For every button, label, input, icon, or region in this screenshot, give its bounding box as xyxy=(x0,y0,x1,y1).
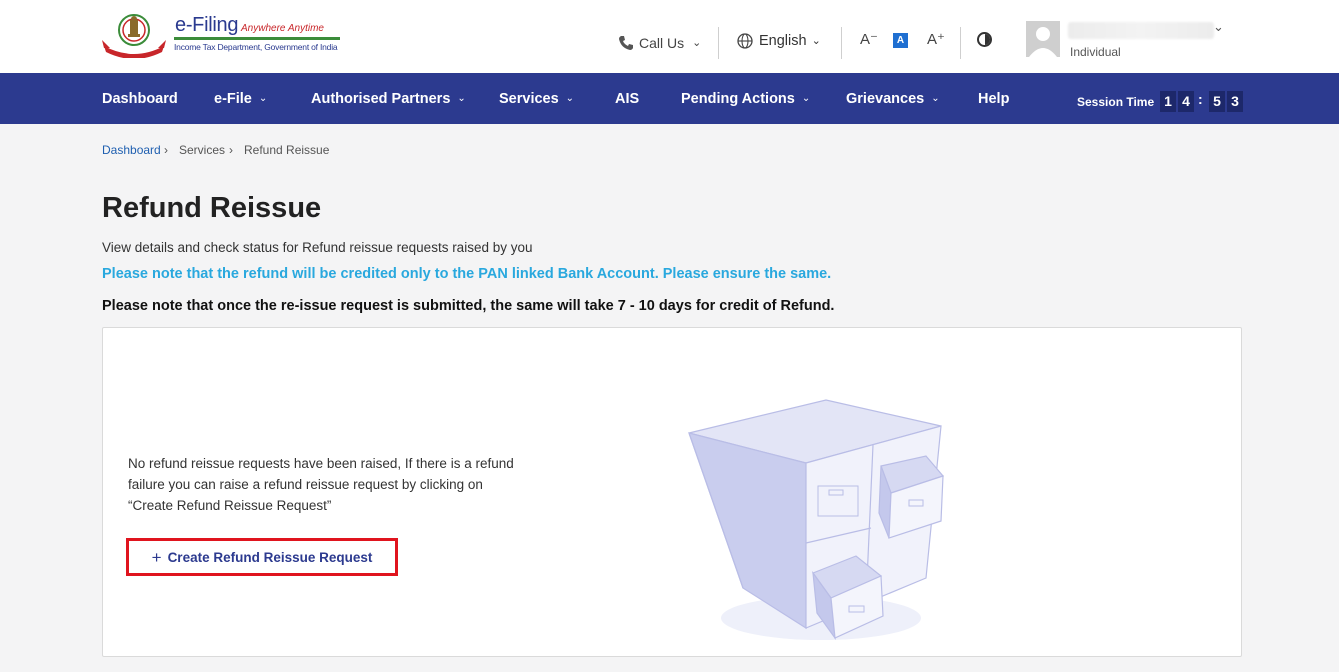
breadcrumb-current: Refund Reissue xyxy=(244,143,330,157)
nav-item-ais[interactable]: AIS xyxy=(615,73,639,124)
session-time-label: Session Time xyxy=(1077,95,1155,109)
pan-bank-note: Please note that the refund will be cred… xyxy=(102,266,832,282)
nav-label: Pending Actions xyxy=(681,90,795,107)
chevron-down-icon: ⌄ xyxy=(931,93,940,104)
emblem-logo-icon[interactable] xyxy=(100,10,168,58)
nav-item-services[interactable]: Services ⌄ xyxy=(499,73,574,124)
font-decrease-button[interactable]: A⁻ xyxy=(860,30,878,48)
refund-requests-card: No refund reissue requests have been rai… xyxy=(102,327,1242,657)
chevron-down-icon: ⌄ xyxy=(801,93,811,104)
breadcrumb-separator: › xyxy=(164,143,168,157)
phone-icon xyxy=(619,35,633,50)
breadcrumb-services[interactable]: Services xyxy=(179,143,225,157)
create-refund-reissue-button[interactable]: + Create Refund Reissue Request xyxy=(126,538,398,576)
nav-item-grievances[interactable]: Grievances ⌄ xyxy=(846,73,940,124)
page-title: Refund Reissue xyxy=(102,192,322,224)
logo-underline xyxy=(174,37,340,40)
top-header: e-Filing Anywhere Anytime Income Tax Dep… xyxy=(0,0,1339,73)
nav-item-dashboard[interactable]: Dashboard xyxy=(102,73,178,124)
user-role: Individual xyxy=(1070,45,1121,59)
chevron-down-icon: ⌄ xyxy=(258,93,268,104)
globe-icon xyxy=(737,32,753,49)
avatar[interactable] xyxy=(1026,21,1060,57)
empty-cabinet-illustration xyxy=(688,399,945,641)
chevron-down-icon[interactable]: ⌄ xyxy=(1213,19,1224,35)
header-divider xyxy=(960,27,961,59)
nav-label: AIS xyxy=(615,90,640,107)
nav-label: Authorised Partners xyxy=(311,90,451,107)
plus-icon: + xyxy=(151,547,162,567)
session-digit: 5 xyxy=(1209,91,1225,112)
logo-tagline: Anywhere Anytime xyxy=(241,23,324,34)
nav-label: Services xyxy=(499,90,559,107)
user-avatar-icon xyxy=(1029,27,1057,57)
nav-item-help[interactable]: Help xyxy=(978,73,1009,124)
chevron-down-icon: ⌄ xyxy=(457,93,466,104)
main-nav: Dashboard e-File ⌄ Authorised Partners ⌄ S… xyxy=(0,73,1339,124)
breadcrumb-dashboard[interactable]: Dashboard xyxy=(102,143,161,157)
session-digit: 4 xyxy=(1178,91,1194,112)
page-description: View details and check status for Refund… xyxy=(102,240,533,255)
nav-item-authorised-partners[interactable]: Authorised Partners ⌄ xyxy=(311,73,466,124)
font-increase-button[interactable]: A⁺ xyxy=(927,30,945,48)
header-divider xyxy=(841,27,842,59)
nav-label: Help xyxy=(978,90,1010,107)
nav-label: e-File xyxy=(214,90,252,107)
nav-label: Grievances xyxy=(846,90,925,107)
font-default-button[interactable]: A xyxy=(893,33,908,48)
nav-label: Dashboard xyxy=(102,90,178,107)
processing-time-note: Please note that once the re-issue reque… xyxy=(102,298,835,314)
nav-item-efile[interactable]: e-File ⌄ xyxy=(214,73,267,124)
contrast-toggle-icon[interactable] xyxy=(977,32,992,47)
nav-item-pending-actions[interactable]: Pending Actions ⌄ xyxy=(681,73,810,124)
logo-title: e-Filing xyxy=(175,14,239,36)
session-digit: 1 xyxy=(1160,91,1176,112)
logo-subtitle: Income Tax Department, Government of Ind… xyxy=(174,42,338,52)
chevron-down-icon: ⌄ xyxy=(692,37,702,49)
username-redacted[interactable] xyxy=(1068,22,1214,39)
empty-state-message: No refund reissue requests have been rai… xyxy=(128,456,514,513)
create-refund-reissue-label: Create Refund Reissue Request xyxy=(167,549,373,565)
session-colon: : xyxy=(1198,91,1203,107)
chevron-down-icon: ⌄ xyxy=(565,93,575,104)
header-divider xyxy=(718,27,719,59)
breadcrumb-separator: › xyxy=(229,143,233,157)
call-us-menu[interactable]: Call Us ⌄ xyxy=(618,6,701,79)
session-digit: 3 xyxy=(1227,91,1243,112)
call-us-label: Call Us xyxy=(639,34,685,51)
chevron-down-icon: ⌄ xyxy=(811,35,821,47)
language-label: English xyxy=(759,32,807,49)
language-selector[interactable]: English ⌄ xyxy=(737,4,821,77)
